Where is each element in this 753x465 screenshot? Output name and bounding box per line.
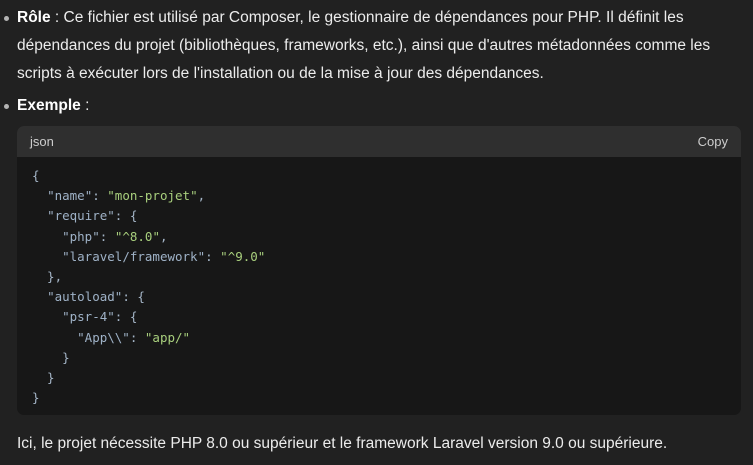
code-content: { "name": "mon-projet", "require": { "ph… [32,166,265,408]
role-text-1: Ce fichier est utilisé par Composer, le … [63,9,684,26]
code-line: } [32,348,265,368]
role-paragraph: Rôle : Ce fichier est utilisé par Compos… [17,4,735,88]
code-line: "App\\": "app/" [32,328,265,348]
code-token: : [205,248,221,264]
code-token: : { [114,309,138,325]
role-label: Rôle [17,9,51,26]
code-token: : { [122,289,145,305]
code-token: "^9.0" [220,248,266,264]
bullet-marker [4,16,9,21]
code-line: }, [32,267,265,287]
code-token: }, [32,268,63,284]
code-token: } [32,349,70,365]
code-line: } [32,368,265,388]
role-text-2: dépendances du projet (bibliothèques, fr… [17,37,711,54]
example-separator: : [80,97,90,114]
code-token: } [32,369,55,385]
code-token: "php" [62,228,100,244]
code-token: "autoload" [47,289,123,305]
code-token: "App\\" [77,329,130,345]
code-block: json Copy { "name": "mon-projet", "requi… [17,126,741,415]
copy-code-button[interactable]: Copy [698,134,728,149]
code-token: "name" [47,188,93,204]
code-token: "^8.0" [114,228,160,244]
code-line: "require": { [32,206,265,226]
code-token: "laravel/framework" [62,248,206,264]
code-token: : [99,228,115,244]
role-separator: : [50,9,64,26]
code-line: "autoload": { [32,287,265,307]
code-token: "mon-projet" [107,188,198,204]
code-token: : [92,188,108,204]
code-language-label: json [30,134,54,149]
code-token: { [32,168,40,183]
code-token: : [129,329,145,345]
code-token: "require" [47,208,115,224]
code-line: "psr-4": { [32,307,265,327]
role-line-1: Rôle : Ce fichier est utilisé par Compos… [17,4,735,32]
role-text-3: scripts à exécuter lors de l'installatio… [17,65,544,82]
code-line: { [32,166,265,186]
code-token: , [197,188,206,204]
code-line: "name": "mon-projet", [32,186,265,206]
code-token: "psr-4" [62,309,115,325]
code-line: } [32,388,265,408]
code-token: "app/" [144,329,191,345]
code-block-header: json Copy [17,126,741,157]
example-label: Exemple [17,97,81,114]
code-token: : { [114,208,138,224]
code-line: "php": "^8.0", [32,227,265,247]
bullet-marker [4,104,9,109]
conclusion-paragraph: Ici, le projet nécessite PHP 8.0 ou supé… [17,435,668,452]
code-token: } [32,390,40,406]
code-line: "laravel/framework": "^9.0" [32,247,265,267]
example-heading: Exemple : [17,92,735,120]
code-token: , [159,228,168,244]
